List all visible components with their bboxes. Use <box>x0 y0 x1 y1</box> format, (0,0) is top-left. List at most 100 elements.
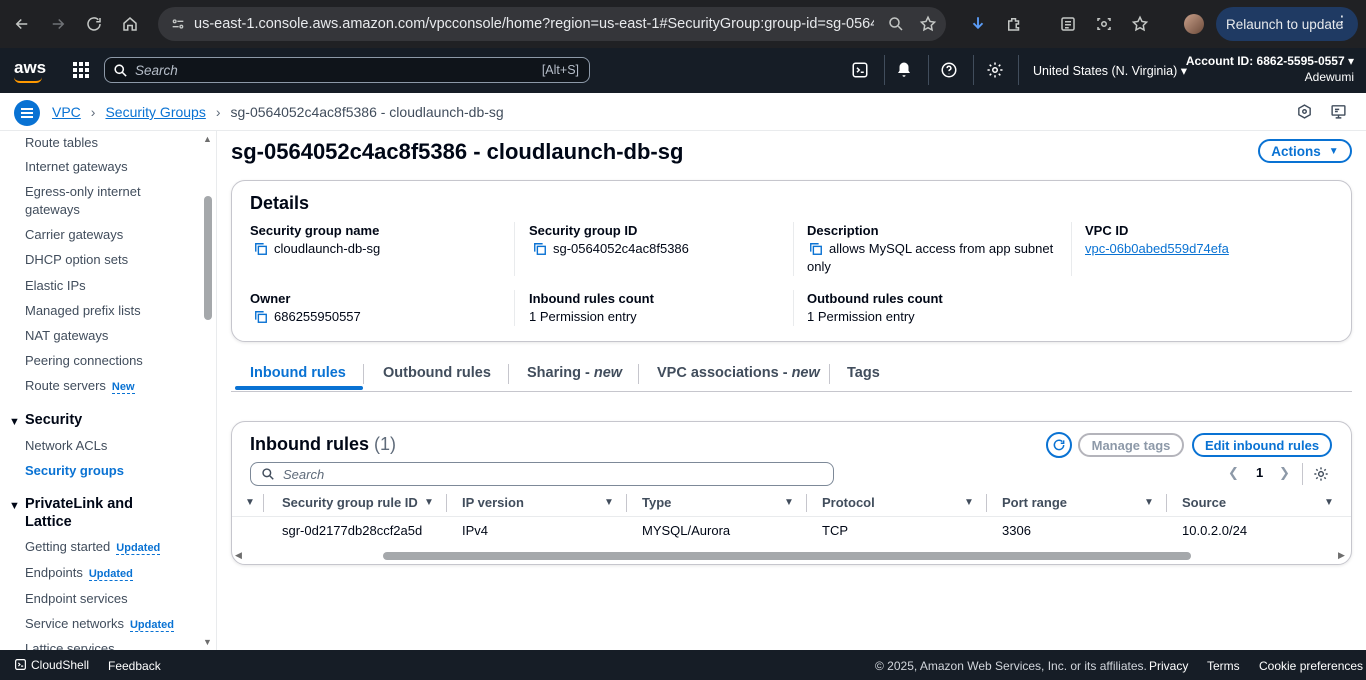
address-bar[interactable]: us-east-1.console.aws.amazon.com/vpccons… <box>158 7 946 41</box>
sidebar-section-security[interactable]: ▼ Security <box>9 411 189 431</box>
table-preferences-gear-icon[interactable] <box>1313 466 1329 482</box>
screenshot-icon[interactable] <box>1095 15 1113 33</box>
reading-list-icon[interactable] <box>1059 15 1077 33</box>
sidebar-item-network-acls[interactable]: Network ACLs <box>25 437 195 455</box>
actions-button[interactable]: Actions ▼ <box>1258 139 1352 163</box>
account-menu[interactable]: Account ID: 6862-5595-0557 ▾ Adewumi <box>1186 53 1354 85</box>
bookmark-star-icon[interactable] <box>919 15 937 33</box>
column-header-ip-version[interactable]: IP version <box>462 495 524 510</box>
sidebar-item-dhcp-option-sets[interactable]: DHCP option sets <box>25 251 195 269</box>
extensions-icon[interactable] <box>1005 15 1023 33</box>
sort-icon[interactable]: ▼ <box>1324 497 1334 508</box>
info-panel-icon[interactable] <box>1296 103 1313 120</box>
prev-page-icon[interactable]: ❮ <box>1228 465 1239 481</box>
copy-icon[interactable] <box>254 310 268 324</box>
sort-icon[interactable]: ▼ <box>784 497 794 508</box>
page-number[interactable]: 1 <box>1256 465 1263 480</box>
scroll-left-icon[interactable]: ◀ <box>235 550 242 561</box>
help-icon[interactable] <box>940 61 958 79</box>
owner-label: Owner <box>250 291 291 306</box>
tab-tags[interactable]: Tags <box>847 365 880 381</box>
manage-tags-button[interactable]: Manage tags <box>1078 433 1184 457</box>
zoom-search-icon[interactable] <box>887 15 905 33</box>
console-footer: CloudShell Feedback © 2025, Amazon Web S… <box>0 650 1366 680</box>
back-icon[interactable] <box>4 6 40 42</box>
sidebar-scrollbar[interactable] <box>204 196 212 320</box>
copy-icon[interactable] <box>809 242 823 256</box>
column-header-port-range[interactable]: Port range <box>1002 495 1067 510</box>
scroll-down-icon[interactable]: ▼ <box>203 637 212 647</box>
sidebar-item-route-servers[interactable]: Route servers New <box>25 377 195 396</box>
sidebar-item-label: Getting started <box>25 539 111 554</box>
copy-icon[interactable] <box>533 242 547 256</box>
select-column-sort-icon[interactable]: ▼ <box>245 497 255 508</box>
sidebar-item-service-networks[interactable]: Service networks Updated <box>25 615 195 634</box>
aws-search-input[interactable]: Search [Alt+S] <box>104 57 590 83</box>
sidebar-item-egress-only-gateways[interactable]: Egress-only internet gateways <box>25 183 195 219</box>
nav-divider <box>1018 55 1019 85</box>
sort-icon[interactable]: ▼ <box>1144 497 1154 508</box>
chevron-right-icon: › <box>90 104 96 120</box>
breadcrumb-vpc[interactable]: VPC <box>52 104 81 120</box>
sidebar-item-peering-connections[interactable]: Peering connections <box>25 352 195 370</box>
new-suffix: new <box>593 365 623 381</box>
breadcrumb-security-groups[interactable]: Security Groups <box>105 104 205 120</box>
favorites-icon[interactable] <box>1131 15 1149 33</box>
sidebar-item-elastic-ips[interactable]: Elastic IPs <box>25 277 195 295</box>
more-menu-icon[interactable]: ⋮ <box>1334 15 1350 31</box>
sidebar-item-internet-gateways[interactable]: Internet gateways <box>25 158 195 176</box>
sidebar-item-endpoints[interactable]: Endpoints Updated <box>25 564 195 583</box>
sidebar-section-privatelink[interactable]: ▼ PrivateLink and Lattice <box>9 495 189 531</box>
sidebar-item-nat-gateways[interactable]: NAT gateways <box>25 327 195 345</box>
column-header-protocol[interactable]: Protocol <box>822 495 875 510</box>
column-divider <box>1071 222 1072 276</box>
region-selector[interactable]: United States (N. Virginia) ▾ <box>1033 63 1187 78</box>
sidebar-item-carrier-gateways[interactable]: Carrier gateways <box>25 226 195 244</box>
aws-logo[interactable]: aws <box>14 58 46 83</box>
forward-icon[interactable] <box>40 6 76 42</box>
feedback-link[interactable]: Feedback <box>108 659 161 673</box>
terms-link[interactable]: Terms <box>1207 659 1240 673</box>
profile-avatar[interactable] <box>1184 14 1204 34</box>
next-page-icon[interactable]: ❯ <box>1279 465 1290 481</box>
settings-gear-icon[interactable] <box>986 61 1004 79</box>
rules-search-input[interactable]: Search <box>250 462 834 486</box>
home-icon[interactable] <box>112 6 148 42</box>
relaunch-button[interactable]: Relaunch to update ⋮ <box>1216 7 1358 41</box>
side-nav-toggle-button[interactable] <box>14 100 40 126</box>
download-icon[interactable] <box>969 15 987 33</box>
cloudshell-icon[interactable] <box>851 61 869 79</box>
cloudshell-link[interactable]: CloudShell <box>14 658 89 672</box>
scroll-up-icon[interactable]: ▲ <box>203 134 212 144</box>
tab-vpc-associations[interactable]: VPC associations - new <box>657 365 820 381</box>
site-info-icon[interactable] <box>162 7 194 41</box>
services-grid-icon[interactable] <box>72 61 90 79</box>
edit-inbound-rules-button[interactable]: Edit inbound rules <box>1192 433 1332 457</box>
sort-icon[interactable]: ▼ <box>604 497 614 508</box>
privacy-link[interactable]: Privacy <box>1149 659 1188 673</box>
sort-icon[interactable]: ▼ <box>964 497 974 508</box>
sidebar-item-security-groups[interactable]: Security groups <box>25 462 195 480</box>
reload-icon[interactable] <box>76 6 112 42</box>
copy-icon[interactable] <box>254 242 268 256</box>
cookie-preferences-link[interactable]: Cookie preferences <box>1259 659 1363 673</box>
sort-icon[interactable]: ▼ <box>424 497 434 508</box>
browser-toolbar: us-east-1.console.aws.amazon.com/vpccons… <box>0 0 1366 48</box>
sidebar-item-lattice-services[interactable]: Lattice services <box>25 640 195 650</box>
column-header-type[interactable]: Type <box>642 495 671 510</box>
column-header-source[interactable]: Source <box>1182 495 1226 510</box>
scroll-right-icon[interactable]: ▶ <box>1338 550 1345 561</box>
notifications-panel-icon[interactable] <box>1330 103 1347 120</box>
sidebar-item-managed-prefix-lists[interactable]: Managed prefix lists <box>25 302 195 320</box>
sidebar-item-endpoint-services[interactable]: Endpoint services <box>25 590 195 608</box>
notifications-bell-icon[interactable] <box>895 61 913 79</box>
vpc-id-link[interactable]: vpc-06b0abed559d74efa <box>1085 241 1229 256</box>
table-horizontal-scrollbar[interactable] <box>383 552 1191 560</box>
tab-outbound-rules[interactable]: Outbound rules <box>383 365 491 381</box>
sidebar-item-route-tables[interactable]: Route tables <box>25 134 195 152</box>
refresh-button[interactable] <box>1046 432 1072 458</box>
sidebar-item-getting-started[interactable]: Getting started Updated <box>25 538 195 557</box>
tab-sharing[interactable]: Sharing - new <box>527 365 622 381</box>
tab-inbound-rules[interactable]: Inbound rules <box>250 365 346 381</box>
column-header-rule-id[interactable]: Security group rule ID <box>282 495 418 510</box>
